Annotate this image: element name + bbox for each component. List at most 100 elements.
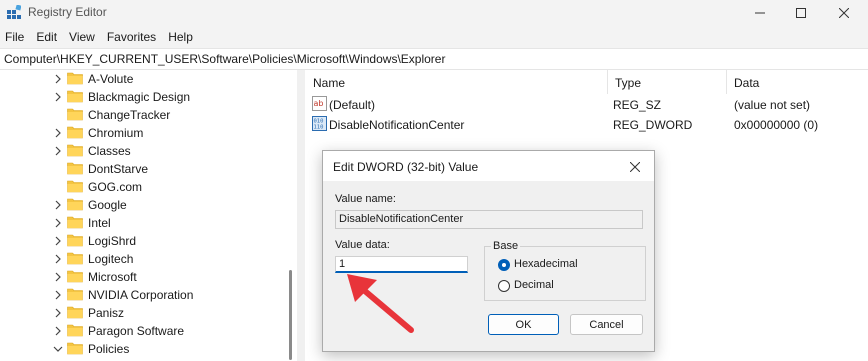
dword-value-icon: 010 110 [312, 116, 327, 131]
column-header-type[interactable]: Type [607, 70, 727, 94]
menu-edit[interactable]: Edit [30, 30, 63, 44]
value-data-label: Value data: [335, 239, 390, 251]
minimize-icon [755, 12, 765, 14]
column-header-data[interactable]: Data [726, 70, 868, 94]
value-name-field: DisableNotificationCenter [335, 210, 643, 229]
tree-scrollbar[interactable] [289, 270, 292, 360]
decimal-radio[interactable] [498, 280, 510, 292]
chevron-down-icon[interactable] [53, 344, 63, 354]
chevron-right-icon[interactable] [53, 74, 63, 84]
tree-item[interactable]: ChangeTracker [0, 106, 290, 124]
folder-icon [67, 180, 83, 193]
address-path[interactable]: Computer\HKEY_CURRENT_USER\Software\Poli… [4, 52, 445, 66]
folder-icon [67, 234, 83, 247]
folder-icon [67, 270, 83, 283]
chevron-right-icon[interactable] [53, 308, 63, 318]
value-data: (value not set) [734, 98, 811, 112]
chevron-right-icon[interactable] [53, 92, 63, 102]
tree-item[interactable]: LogiShrd [0, 232, 290, 250]
tree-item-label: Panisz [88, 306, 125, 320]
tree-item-label: Paragon Software [88, 324, 185, 338]
chevron-right-icon[interactable] [53, 128, 63, 138]
chevron-right-icon[interactable] [53, 236, 63, 246]
chevron-right-icon[interactable] [53, 272, 63, 282]
hexadecimal-radio[interactable] [498, 259, 510, 271]
folder-icon [67, 126, 83, 139]
tree-pane: A-Volute Blackmagic Design ChangeTracker Ch… [0, 70, 297, 361]
address-bar[interactable]: Computer\HKEY_CURRENT_USER\Software\Poli… [0, 48, 868, 70]
menu-view[interactable]: View [63, 30, 101, 44]
folder-icon [67, 144, 83, 157]
folder-icon [67, 342, 83, 355]
window-title: Registry Editor [28, 5, 107, 19]
folder-icon [67, 198, 83, 211]
tree-item[interactable]: A-Volute [0, 70, 290, 88]
decimal-label[interactable]: Decimal [514, 279, 554, 291]
hexadecimal-label[interactable]: Hexadecimal [514, 258, 578, 270]
base-group [484, 246, 646, 301]
tree-item[interactable]: Paragon Software [0, 322, 290, 340]
tree-item[interactable]: Policies [0, 340, 290, 358]
folder-icon [67, 324, 83, 337]
tree-item[interactable]: Panisz [0, 304, 290, 322]
base-label: Base [491, 240, 521, 252]
tree-item[interactable]: GOG.com [0, 178, 290, 196]
maximize-icon [796, 8, 806, 18]
chevron-right-icon[interactable] [53, 254, 63, 264]
tree-item[interactable]: Logitech [0, 250, 290, 268]
tree-item[interactable]: Classes [0, 142, 290, 160]
tree-item-label: LogiShrd [88, 234, 137, 248]
close-button[interactable] [824, 0, 864, 26]
tree-item[interactable]: Microsoft [0, 268, 290, 286]
column-type-label: Type [615, 76, 642, 90]
chevron-right-icon[interactable] [53, 326, 63, 336]
tree-item-label: Policies [88, 342, 130, 356]
tree-item[interactable]: Intel [0, 214, 290, 232]
dialog-title-bar: Edit DWORD (32-bit) Value [323, 151, 654, 181]
tree-item[interactable]: NVIDIA Corporation [0, 286, 290, 304]
column-header-name[interactable]: Name [305, 70, 608, 94]
chevron-right-icon[interactable] [53, 200, 63, 210]
ok-button[interactable]: OK [488, 314, 559, 335]
tree-item-label: DontStarve [88, 162, 149, 176]
maximize-button[interactable] [781, 0, 821, 26]
value-name-label: Value name: [335, 193, 396, 205]
title-bar: Registry Editor [0, 0, 868, 26]
value-data: 0x00000000 (0) [734, 118, 819, 132]
cancel-button[interactable]: Cancel [570, 314, 643, 335]
column-name-label: Name [313, 76, 346, 90]
folder-icon [67, 252, 83, 265]
close-icon [630, 162, 640, 172]
folder-icon [67, 72, 83, 85]
minimize-button[interactable] [740, 0, 780, 26]
value-type: REG_DWORD [613, 118, 693, 132]
menu-file[interactable]: File [0, 30, 30, 44]
svg-text:ab: ab [314, 99, 324, 108]
list-row[interactable]: ab (Default) REG_SZ (value not set) [305, 94, 868, 114]
menu-favorites[interactable]: Favorites [101, 30, 162, 44]
value-name: (Default) [329, 98, 376, 112]
tree-item[interactable]: Blackmagic Design [0, 88, 290, 106]
tree-item-label: NVIDIA Corporation [88, 288, 194, 302]
tree-item[interactable]: Google [0, 196, 290, 214]
tree-item[interactable]: Chromium [0, 124, 290, 142]
tree-item-label: GOG.com [88, 180, 143, 194]
list-row[interactable]: 010 110 DisableNotificationCenter REG_DW… [305, 114, 868, 134]
chevron-right-icon[interactable] [53, 290, 63, 300]
tree-item[interactable]: DontStarve [0, 160, 290, 178]
column-data-label: Data [734, 76, 760, 90]
pane-splitter[interactable] [297, 70, 305, 361]
chevron-right-icon[interactable] [53, 218, 63, 228]
tree-item-label: Classes [88, 144, 131, 158]
dialog-close-button[interactable] [623, 157, 647, 177]
red-arrow-icon [347, 274, 414, 333]
tree-item-label: Blackmagic Design [88, 90, 191, 104]
registry-editor-icon [7, 5, 21, 19]
tree-item-label: Logitech [88, 252, 134, 266]
chevron-right-icon[interactable] [53, 146, 63, 156]
dialog-title: Edit DWORD (32-bit) Value [333, 160, 479, 174]
folder-icon [67, 90, 83, 103]
folder-icon [67, 162, 83, 175]
folder-icon [67, 288, 83, 301]
menu-help[interactable]: Help [162, 30, 199, 44]
